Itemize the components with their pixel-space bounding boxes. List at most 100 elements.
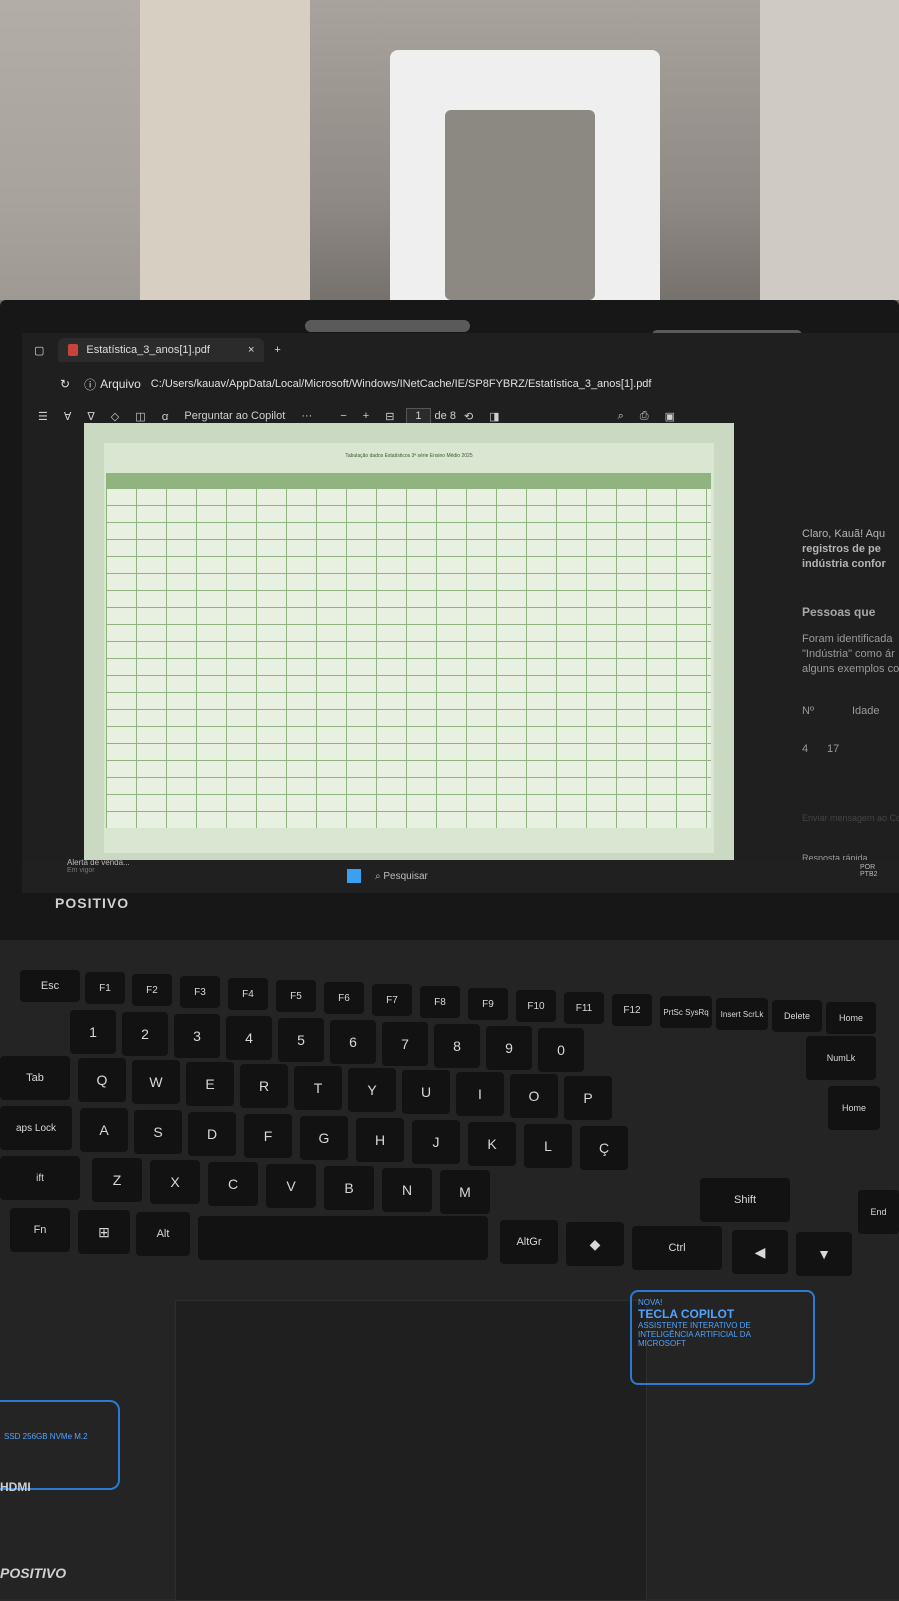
language-indicator[interactable]: POR PTB2 — [860, 864, 878, 878]
key-f8[interactable]: F8 — [420, 986, 460, 1018]
rotate-icon[interactable]: ⟲ — [464, 410, 473, 423]
key-9[interactable]: 9 — [486, 1026, 532, 1070]
fit-page-icon[interactable]: ⊟ — [385, 410, 394, 423]
key-5[interactable]: 5 — [278, 1018, 324, 1062]
key-8[interactable]: 8 — [434, 1024, 480, 1068]
key-fn[interactable]: Fn — [10, 1208, 70, 1252]
address-url[interactable]: C:/Users/kauav/AppData/Local/Microsoft/W… — [151, 378, 652, 390]
taskbar-search[interactable]: ⌕ Pesquisar — [375, 871, 428, 882]
zoom-out-button[interactable]: − — [340, 410, 346, 422]
key-4[interactable]: 4 — [226, 1016, 272, 1060]
ask-copilot-button[interactable]: Perguntar ao Copilot — [184, 410, 285, 422]
key-insert[interactable]: Insert ScrLk — [716, 998, 768, 1030]
browser-tab[interactable]: Estatística_3_anos[1].pdf × — [58, 338, 265, 362]
key-f7[interactable]: F7 — [372, 984, 412, 1016]
key-k[interactable]: K — [468, 1122, 516, 1166]
key-f6[interactable]: F6 — [324, 982, 364, 1014]
page-view-icon[interactable]: ◫ — [135, 410, 145, 423]
windows-start-icon[interactable] — [347, 869, 361, 883]
sidebar-toggle-icon[interactable]: ▢ — [34, 344, 44, 357]
key-r[interactable]: R — [240, 1064, 288, 1108]
key-3[interactable]: 3 — [174, 1014, 220, 1058]
key-v[interactable]: V — [266, 1164, 316, 1208]
key-y[interactable]: Y — [348, 1068, 396, 1112]
save-icon[interactable]: ▣ — [665, 410, 675, 423]
key-f10[interactable]: F10 — [516, 990, 556, 1022]
key-p[interactable]: P — [564, 1076, 612, 1120]
key-f[interactable]: F — [244, 1114, 292, 1158]
key-f9[interactable]: F9 — [468, 988, 508, 1020]
key-home[interactable]: Home — [826, 1002, 876, 1034]
key-1[interactable]: 1 — [70, 1010, 116, 1054]
key-right-shift[interactable]: Shift — [700, 1178, 790, 1222]
key-f12[interactable]: F12 — [612, 994, 652, 1026]
key-d[interactable]: D — [188, 1112, 236, 1156]
copilot-key-icon[interactable]: ◆ — [566, 1222, 624, 1266]
key-f3[interactable]: F3 — [180, 976, 220, 1008]
key-prtsc[interactable]: PrtSc SysRq — [660, 996, 712, 1028]
key-c-cedilla[interactable]: Ç — [580, 1126, 628, 1170]
page-number-input[interactable]: 1 — [406, 408, 431, 424]
address-bar[interactable]: ↻ ⓘ Arquivo C:/Users/kauav/AppData/Local… — [22, 367, 899, 401]
two-page-icon[interactable]: ◨ — [489, 410, 499, 423]
key-a[interactable]: A — [80, 1108, 128, 1152]
key-f11[interactable]: F11 — [564, 992, 604, 1024]
erase-icon[interactable]: ◇ — [111, 410, 119, 423]
copilot-message-input[interactable]: Enviar mensagem ao Co — [802, 813, 899, 823]
key-s[interactable]: S — [134, 1110, 182, 1154]
key-0[interactable]: 0 — [538, 1028, 584, 1072]
key-j[interactable]: J — [412, 1120, 460, 1164]
refresh-icon[interactable]: ↻ — [60, 377, 70, 391]
search-icon[interactable]: ⌕ — [618, 410, 624, 423]
arrow-left-icon[interactable]: ◀ — [732, 1230, 788, 1274]
key-x[interactable]: X — [150, 1160, 200, 1204]
key-caps-lock[interactable]: aps Lock — [0, 1106, 72, 1150]
key-6[interactable]: 6 — [330, 1020, 376, 1064]
key-u[interactable]: U — [402, 1070, 450, 1114]
arrow-down-icon[interactable]: ▼ — [796, 1232, 852, 1276]
print-icon[interactable]: ⎙ — [640, 410, 649, 423]
key-n[interactable]: N — [382, 1168, 432, 1212]
key-b[interactable]: B — [324, 1166, 374, 1210]
key-2[interactable]: 2 — [122, 1012, 168, 1056]
key-home-numpad[interactable]: Home — [828, 1086, 880, 1130]
key-q[interactable]: Q — [78, 1058, 126, 1102]
tab-close-button[interactable]: × — [248, 344, 254, 356]
read-aloud-icon[interactable]: ꭤ — [162, 409, 169, 424]
notification[interactable]: Alerta de venda... Em vigor — [67, 858, 130, 874]
info-icon[interactable]: ⓘ — [84, 376, 96, 393]
key-tab[interactable]: Tab — [0, 1056, 70, 1100]
key-m[interactable]: M — [440, 1170, 490, 1214]
key-w[interactable]: W — [132, 1060, 180, 1104]
key-f1[interactable]: F1 — [85, 972, 125, 1004]
windows-key-icon[interactable]: ⊞ — [78, 1210, 130, 1254]
key-t[interactable]: T — [294, 1066, 342, 1110]
key-esc[interactable]: Esc — [20, 970, 80, 1002]
key-altgr[interactable]: AltGr — [500, 1220, 558, 1264]
draw-icon[interactable]: ∇ — [87, 410, 94, 423]
key-numlk[interactable]: NumLk — [806, 1036, 876, 1080]
key-f4[interactable]: F4 — [228, 978, 268, 1010]
key-ctrl[interactable]: Ctrl — [632, 1226, 722, 1270]
zoom-in-button[interactable]: + — [363, 410, 369, 422]
touchpad[interactable] — [175, 1300, 647, 1601]
key-f2[interactable]: F2 — [132, 974, 172, 1006]
key-z[interactable]: Z — [92, 1158, 142, 1202]
key-7[interactable]: 7 — [382, 1022, 428, 1066]
key-end[interactable]: End — [858, 1190, 899, 1234]
key-e[interactable]: E — [186, 1062, 234, 1106]
key-alt[interactable]: Alt — [136, 1212, 190, 1256]
highlight-icon[interactable]: ∀ — [64, 410, 72, 423]
key-l[interactable]: L — [524, 1124, 572, 1168]
key-left-shift[interactable]: ift — [0, 1156, 80, 1200]
spacebar[interactable] — [198, 1216, 488, 1260]
new-tab-button[interactable]: + — [274, 344, 280, 356]
key-h[interactable]: H — [356, 1118, 404, 1162]
key-f5[interactable]: F5 — [276, 980, 316, 1012]
key-g[interactable]: G — [300, 1116, 348, 1160]
key-c[interactable]: C — [208, 1162, 258, 1206]
contents-icon[interactable]: ☰ — [38, 410, 48, 423]
key-o[interactable]: O — [510, 1074, 558, 1118]
more-button[interactable]: ··· — [301, 410, 312, 422]
key-delete[interactable]: Delete — [772, 1000, 822, 1032]
